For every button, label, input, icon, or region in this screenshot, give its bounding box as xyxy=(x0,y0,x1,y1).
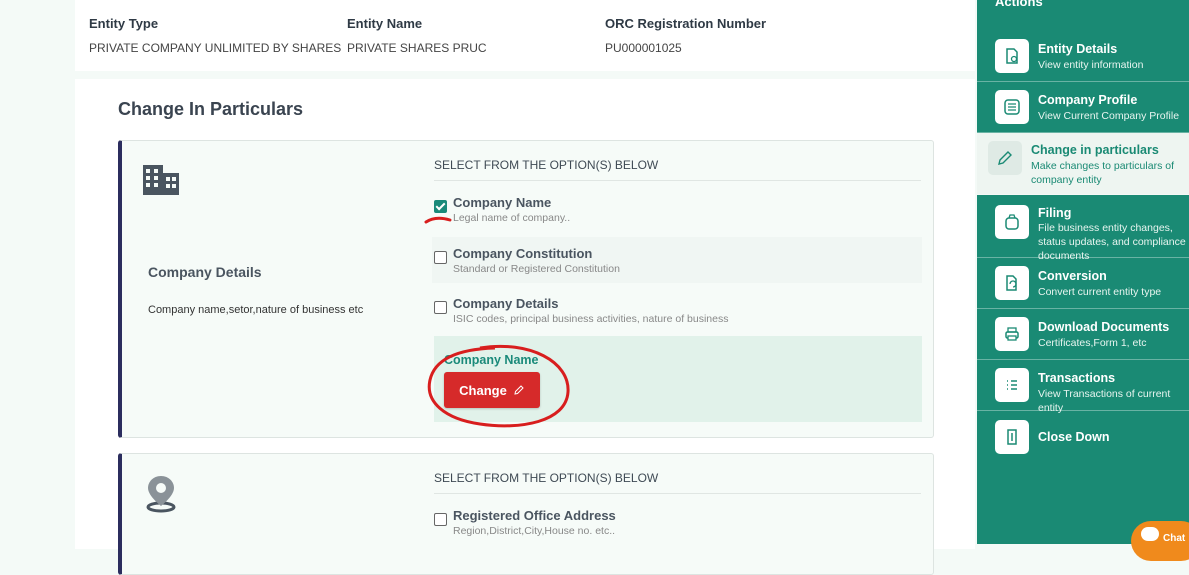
section-title: Company Details xyxy=(148,264,262,280)
sidebar-item-conversion[interactable]: Conversion Convert current entity type xyxy=(977,258,1189,309)
sidebar-item-label: Filing xyxy=(1038,206,1072,220)
entity-type-label: Entity Type xyxy=(89,16,159,31)
options-header: SELECT FROM THE OPTION(S) BELOW xyxy=(434,471,921,494)
close-down-icon xyxy=(995,420,1029,454)
entity-type-col: Entity Type PRIVATE COMPANY UNLIMITED BY… xyxy=(89,16,341,55)
sidebar-item-entity-details[interactable]: Entity Details View entity information xyxy=(977,31,1189,82)
sidebar-item-label: Close Down xyxy=(1038,430,1110,444)
actions-sidebar: Actions Entity Details View entity infor… xyxy=(977,0,1189,544)
building-icon xyxy=(142,163,180,197)
sidebar-item-sub: Convert current entity type xyxy=(1038,286,1162,298)
option-subtitle: Region,District,City,House no. etc.. xyxy=(453,525,616,537)
sidebar-title: Actions xyxy=(995,0,1043,9)
sidebar-item-sub: Certificates,Form 1, etc xyxy=(1038,337,1147,349)
chat-label: Chat xyxy=(1163,533,1186,544)
sidebar-item-label: Change in particulars xyxy=(1031,143,1159,157)
sidebar-item-sub: View entity information xyxy=(1038,59,1144,71)
entity-name-value: PRIVATE SHARES PRUC xyxy=(347,41,487,55)
options-header: SELECT FROM THE OPTION(S) BELOW xyxy=(434,158,921,181)
entity-name-label: Entity Name xyxy=(347,16,423,31)
registration-col: ORC Registration Number PU000001025 xyxy=(605,16,766,55)
option-company-name[interactable]: Company Name Legal name of company.. xyxy=(432,195,922,231)
option-company-details[interactable]: Company Details ISIC codes, principal bu… xyxy=(432,296,922,332)
option-subtitle: Standard or Registered Constitution xyxy=(453,263,620,275)
sidebar-item-label: Company Profile xyxy=(1038,93,1138,107)
section-description: Company name,setor,nature of business et… xyxy=(148,304,364,316)
sidebar-item-sub: Make changes to particulars of company e… xyxy=(1031,160,1174,186)
sidebar-item-filing[interactable]: Filing File business entity changes, sta… xyxy=(977,195,1189,262)
printer-icon xyxy=(995,317,1029,351)
option-title: Company Details xyxy=(453,296,559,311)
location-pin-icon xyxy=(144,474,178,514)
document-search-icon xyxy=(995,39,1029,73)
sidebar-item-transactions[interactable]: Transactions View Transactions of curren… xyxy=(977,360,1189,414)
option-title: Registered Office Address xyxy=(453,508,616,523)
sidebar-item-download-documents[interactable]: Download Documents Certificates,Form 1, … xyxy=(977,309,1189,360)
chat-widget-button[interactable]: Chat xyxy=(1131,521,1189,561)
page-title: Change In Particulars xyxy=(118,99,304,119)
entity-name-col: Entity Name PRIVATE SHARES PRUC xyxy=(347,16,487,55)
annotation-underline xyxy=(424,216,452,224)
sidebar-item-company-profile[interactable]: Company Profile View Current Company Pro… xyxy=(977,82,1189,133)
company-details-checkbox[interactable] xyxy=(434,301,447,314)
option-registered-office-address[interactable]: Registered Office Address Region,Distric… xyxy=(432,508,922,544)
list-icon xyxy=(995,368,1029,402)
chat-icon xyxy=(1141,527,1159,541)
registration-value: PU000001025 xyxy=(605,41,682,55)
sidebar-item-label: Transactions xyxy=(1038,371,1116,385)
registration-label: ORC Registration Number xyxy=(605,16,767,31)
sidebar-item-label: Entity Details xyxy=(1038,42,1118,56)
sidebar-item-close-down[interactable]: Close Down xyxy=(977,411,1189,463)
option-title: Company Name xyxy=(453,195,552,210)
entity-summary-card: Entity Type PRIVATE COMPANY UNLIMITED BY… xyxy=(75,0,975,71)
option-company-constitution[interactable]: Company Constitution Standard or Registe… xyxy=(432,237,922,283)
option-subtitle: ISIC codes, principal business activitie… xyxy=(453,313,729,325)
annotation-circle xyxy=(427,344,570,428)
profile-list-icon xyxy=(995,90,1029,124)
sidebar-item-sub: File business entity changes, status upd… xyxy=(1038,222,1186,262)
registered-office-checkbox[interactable] xyxy=(434,513,447,526)
company-constitution-checkbox[interactable] xyxy=(434,251,447,264)
entity-type-value: PRIVATE COMPANY UNLIMITED BY SHARES xyxy=(89,41,342,55)
sidebar-item-label: Conversion xyxy=(1038,269,1107,283)
registered-office-section: SELECT FROM THE OPTION(S) BELOW Register… xyxy=(118,453,934,575)
option-title: Company Constitution xyxy=(453,246,593,261)
sidebar-item-label: Download Documents xyxy=(1038,320,1170,334)
sidebar-item-change-in-particulars[interactable]: Change in particulars Make changes to pa… xyxy=(977,133,1189,195)
sidebar-item-sub: View Current Company Profile xyxy=(1038,110,1180,122)
option-subtitle: Legal name of company.. xyxy=(453,212,571,224)
convert-icon xyxy=(995,266,1029,300)
pencil-icon xyxy=(988,141,1022,175)
money-bag-icon xyxy=(995,205,1029,239)
company-name-checkbox[interactable] xyxy=(434,200,447,213)
